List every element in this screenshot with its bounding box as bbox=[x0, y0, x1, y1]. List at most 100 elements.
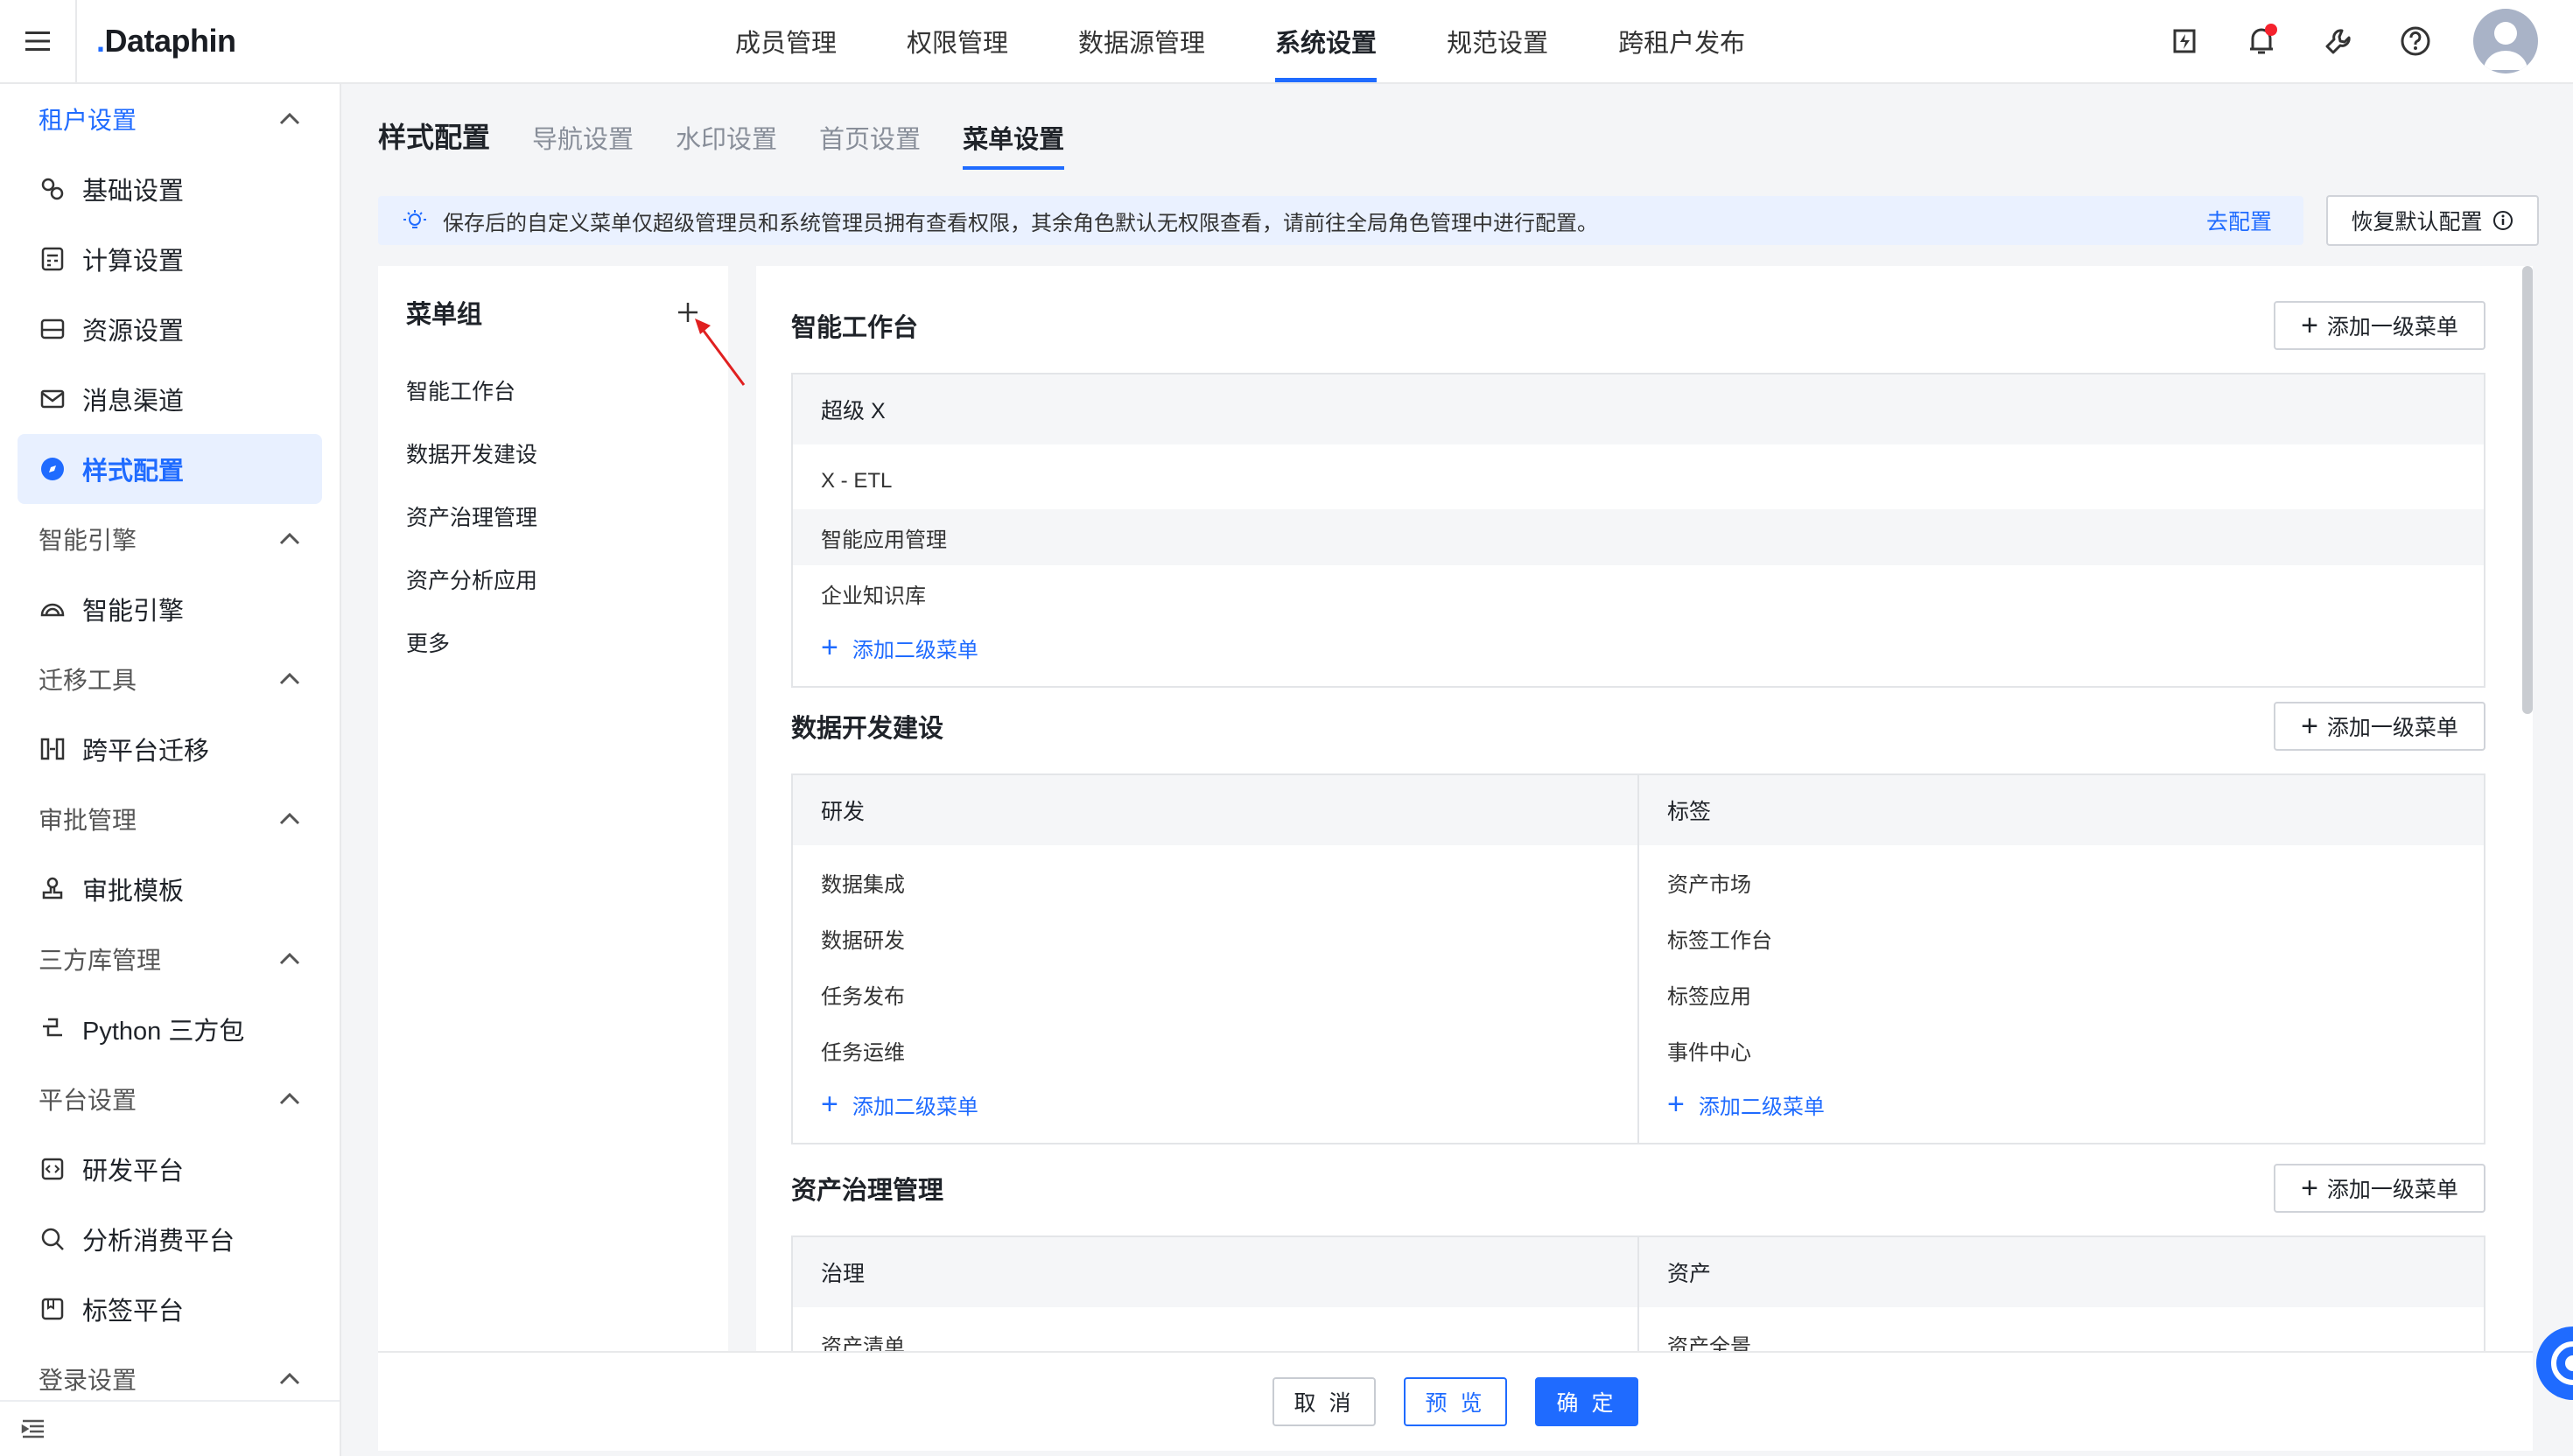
menu-group-item[interactable]: 更多 bbox=[378, 611, 728, 674]
submenu-item[interactable]: 数据研发 bbox=[793, 910, 1637, 966]
sidebar-item-cross-platform[interactable]: 跨平台迁移 bbox=[18, 714, 322, 784]
plus-icon: + bbox=[2301, 309, 2318, 342]
submenu-box: 治理 资产清单 资产 资产全景 bbox=[791, 1236, 2485, 1351]
menu-group-item[interactable]: 智能工作台 bbox=[378, 359, 728, 422]
add-level2-menu-button[interactable]: + 添加二级菜单 bbox=[1639, 1078, 2484, 1130]
menu-section: 资产治理管理 + 添加一级菜单 治理 资产清单 资产 资产全景 bbox=[791, 1162, 2485, 1351]
menu-column: 标签 资产市场 标签工作台 标签应用 事件中心 + 添加二级菜单 bbox=[1637, 775, 2484, 1143]
topnav-member[interactable]: 成员管理 bbox=[718, 0, 854, 82]
hamburger-menu-button[interactable] bbox=[0, 0, 77, 82]
submenu-item[interactable]: 任务运维 bbox=[793, 1022, 1637, 1078]
column-header[interactable]: 超级 X bbox=[793, 374, 2484, 444]
submenu-item[interactable]: 任务发布 bbox=[793, 966, 1637, 1022]
tab-nav-settings[interactable]: 导航设置 bbox=[532, 119, 634, 170]
submenu-item[interactable]: 资产全景 bbox=[1639, 1316, 2484, 1352]
hamburger-icon bbox=[25, 32, 50, 51]
column-header[interactable]: 研发 bbox=[793, 775, 1637, 845]
wrench-icon[interactable] bbox=[2319, 22, 2358, 60]
top-nav: 成员管理 权限管理 数据源管理 系统设置 规范设置 跨租户发布 bbox=[718, 0, 1798, 82]
sidebar-item-python[interactable]: Python 三方包 bbox=[18, 994, 322, 1064]
sidebar-collapse-button[interactable] bbox=[0, 1400, 340, 1456]
app-logo[interactable]: .Dataphin bbox=[96, 23, 236, 60]
chevron-up-icon bbox=[279, 812, 300, 825]
sidebar-item-tag-platform[interactable]: 标签平台 bbox=[18, 1274, 322, 1344]
topnav-cross-tenant-publish[interactable]: 跨租户发布 bbox=[1601, 0, 1763, 82]
submenu-box: 研发 数据集成 数据研发 任务发布 任务运维 + 添加二级菜单 标签 资产市场 标… bbox=[791, 774, 2485, 1144]
column-header[interactable]: 治理 bbox=[793, 1237, 1637, 1307]
sidebar-item-basic[interactable]: 基础设置 bbox=[18, 154, 322, 224]
topnav-system-settings[interactable]: 系统设置 bbox=[1258, 0, 1394, 82]
stamp-icon bbox=[39, 875, 67, 903]
submenu-item[interactable]: 资产清单 bbox=[793, 1316, 1637, 1352]
sidebar-item-engine[interactable]: 智能引擎 bbox=[18, 574, 322, 644]
info-icon bbox=[2492, 211, 2513, 230]
restore-default-button[interactable]: 恢复默认配置 bbox=[2326, 195, 2539, 246]
submenu-item[interactable]: 数据集成 bbox=[793, 854, 1637, 910]
analysis-icon bbox=[39, 1225, 67, 1253]
menu-group-item[interactable]: 资产治理管理 bbox=[378, 485, 728, 548]
submenu-item[interactable]: 企业知识库 bbox=[793, 565, 2484, 621]
menu-group-panel: 菜单组 智能工作台 数据开发建设 资产治理管理 资产分析应用 更多 bbox=[378, 266, 728, 1351]
column-header[interactable]: 标签 bbox=[1639, 775, 2484, 845]
notification-dot bbox=[2265, 24, 2277, 36]
sidebar-item-approval-template[interactable]: 审批模板 bbox=[18, 854, 322, 924]
topnav-datasource[interactable]: 数据源管理 bbox=[1061, 0, 1223, 82]
code-icon bbox=[39, 1155, 67, 1183]
column-header[interactable]: 资产 bbox=[1639, 1237, 2484, 1307]
sidebar-item-analysis-platform[interactable]: 分析消费平台 bbox=[18, 1204, 322, 1274]
sidebar-group-migration[interactable]: 迁移工具 bbox=[0, 644, 340, 714]
add-level2-menu-button[interactable]: + 添加二级菜单 bbox=[793, 1078, 1637, 1130]
cancel-button[interactable]: 取 消 bbox=[1272, 1377, 1376, 1426]
sidebar-item-resource[interactable]: 资源设置 bbox=[18, 294, 322, 364]
chevron-up-icon bbox=[279, 112, 300, 125]
sidebar-group-tenant[interactable]: 租户设置 bbox=[0, 84, 340, 154]
chevron-up-icon bbox=[279, 532, 300, 545]
avatar-person-icon bbox=[2484, 22, 2527, 70]
topnav-permission[interactable]: 权限管理 bbox=[889, 0, 1026, 82]
sidebar-group-engine[interactable]: 智能引擎 bbox=[0, 504, 340, 574]
tab-watermark-settings[interactable]: 水印设置 bbox=[676, 119, 777, 170]
lightbulb-icon bbox=[403, 210, 426, 228]
sidebar-group-third-party[interactable]: 三方库管理 bbox=[0, 924, 340, 994]
menu-group-header: 菜单组 bbox=[378, 266, 728, 359]
submenu-item[interactable]: X - ETL bbox=[793, 453, 2484, 509]
menu-config-panel: 智能工作台 + 添加一级菜单 超级 X X - ETL 智能应用管理 企业知识库 … bbox=[756, 266, 2533, 1351]
menu-column: 治理 资产清单 bbox=[793, 1237, 1637, 1351]
help-icon[interactable] bbox=[2396, 22, 2435, 60]
menu-group-item[interactable]: 资产分析应用 bbox=[378, 548, 728, 611]
confirm-button[interactable]: 确 定 bbox=[1535, 1377, 1638, 1426]
add-level1-menu-button[interactable]: + 添加一级菜单 bbox=[2274, 301, 2485, 350]
sidebar-group-approval[interactable]: 审批管理 bbox=[0, 784, 340, 854]
preview-button[interactable]: 预 览 bbox=[1404, 1377, 1507, 1426]
add-level1-menu-button[interactable]: + 添加一级菜单 bbox=[2274, 1164, 2485, 1213]
chevron-up-icon bbox=[279, 1092, 300, 1105]
submenu-box: 超级 X X - ETL 智能应用管理 企业知识库 + 添加二级菜单 bbox=[791, 373, 2485, 688]
add-level2-menu-button[interactable]: + 添加二级菜单 bbox=[793, 621, 2484, 674]
menu-group-item[interactable]: 数据开发建设 bbox=[378, 422, 728, 485]
submenu-item[interactable]: 标签工作台 bbox=[1639, 910, 2484, 966]
chevron-up-icon bbox=[279, 1372, 300, 1385]
add-level1-menu-button[interactable]: + 添加一级菜单 bbox=[2274, 702, 2485, 751]
menu-section: 数据开发建设 + 添加一级菜单 研发 数据集成 数据研发 任务发布 任务运维 + 添… bbox=[791, 700, 2485, 1144]
lightning-badge-icon[interactable] bbox=[2165, 22, 2204, 60]
sidebar-item-compute[interactable]: 计算设置 bbox=[18, 224, 322, 294]
plus-icon: + bbox=[1667, 1088, 1685, 1121]
floating-assistant-button[interactable] bbox=[2536, 1326, 2573, 1400]
notice-text: 保存后的自定义菜单仅超级管理员和系统管理员拥有查看权限，其余角色默认无权限查看，… bbox=[443, 211, 1598, 235]
submenu-item[interactable]: 事件中心 bbox=[1639, 1022, 2484, 1078]
sidebar-item-dev-platform[interactable]: 研发平台 bbox=[18, 1134, 322, 1204]
submenu-item[interactable]: 资产市场 bbox=[1639, 854, 2484, 910]
submenu-item[interactable]: 智能应用管理 bbox=[793, 509, 2484, 565]
sidebar-item-style[interactable]: 样式配置 bbox=[18, 434, 322, 504]
section-title: 智能工作台 bbox=[791, 314, 919, 342]
tab-menu-settings[interactable]: 菜单设置 bbox=[963, 119, 1065, 170]
user-avatar[interactable] bbox=[2473, 9, 2538, 74]
sidebar-item-message[interactable]: 消息渠道 bbox=[18, 364, 322, 434]
submenu-item[interactable]: 标签应用 bbox=[1639, 966, 2484, 1022]
notification-bell-icon[interactable] bbox=[2242, 22, 2281, 60]
sidebar-group-platform[interactable]: 平台设置 bbox=[0, 1064, 340, 1134]
go-configure-link[interactable]: 去配置 bbox=[2206, 205, 2272, 236]
tab-home-settings[interactable]: 首页设置 bbox=[819, 119, 921, 170]
vertical-scrollbar[interactable] bbox=[2522, 266, 2533, 714]
topnav-standards[interactable]: 规范设置 bbox=[1429, 0, 1566, 82]
